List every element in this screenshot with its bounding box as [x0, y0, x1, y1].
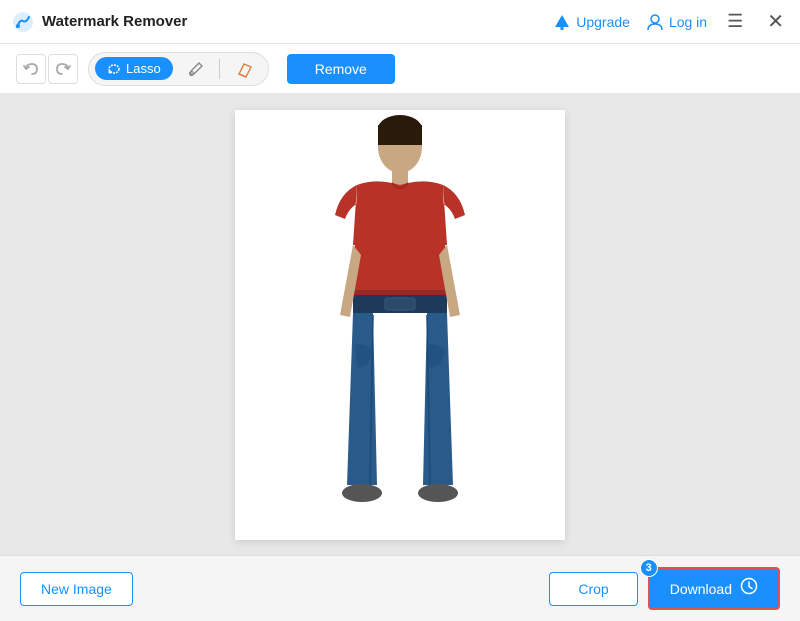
download-wrapper: 3 Download — [648, 567, 780, 610]
image-canvas — [235, 110, 565, 540]
tool-divider — [219, 59, 220, 79]
selection-tool-group: Lasso — [88, 52, 269, 86]
main-canvas-area — [0, 94, 800, 555]
eraser-tool-button[interactable] — [228, 56, 262, 82]
download-badge: 3 — [640, 559, 658, 577]
undo-redo-group — [16, 54, 78, 84]
toolbar: Lasso Remove — [0, 44, 800, 94]
upgrade-icon — [553, 13, 571, 31]
download-button[interactable]: Download — [648, 567, 780, 610]
brush-icon — [185, 60, 203, 78]
bottom-bar: New Image Crop 3 Download — [0, 555, 800, 621]
undo-button[interactable] — [16, 54, 46, 84]
crop-button[interactable]: Crop — [549, 572, 637, 606]
redo-button[interactable] — [48, 54, 78, 84]
title-bar: Watermark Remover Upgrade Log in ☰ ✕ — [0, 0, 800, 44]
lasso-icon — [107, 62, 121, 76]
close-button[interactable]: ✕ — [763, 7, 788, 36]
undo-icon — [23, 61, 39, 77]
person-illustration — [285, 115, 515, 535]
login-button[interactable]: Log in — [646, 13, 707, 31]
remove-button[interactable]: Remove — [287, 54, 395, 84]
title-bar-right: Upgrade Log in ☰ ✕ — [553, 7, 788, 36]
new-image-button[interactable]: New Image — [20, 572, 133, 606]
app-title: Watermark Remover — [42, 13, 187, 30]
upgrade-button[interactable]: Upgrade — [553, 13, 630, 31]
brush-tool-button[interactable] — [177, 56, 211, 82]
eraser-icon — [236, 60, 254, 78]
bottom-right-actions: Crop 3 Download — [549, 567, 780, 610]
clock-icon — [740, 577, 758, 600]
title-bar-left: Watermark Remover — [12, 11, 187, 33]
redo-icon — [55, 61, 71, 77]
user-icon — [646, 13, 664, 31]
lasso-tool-button[interactable]: Lasso — [95, 57, 173, 80]
app-logo-icon — [12, 11, 34, 33]
menu-button[interactable]: ☰ — [723, 9, 747, 34]
